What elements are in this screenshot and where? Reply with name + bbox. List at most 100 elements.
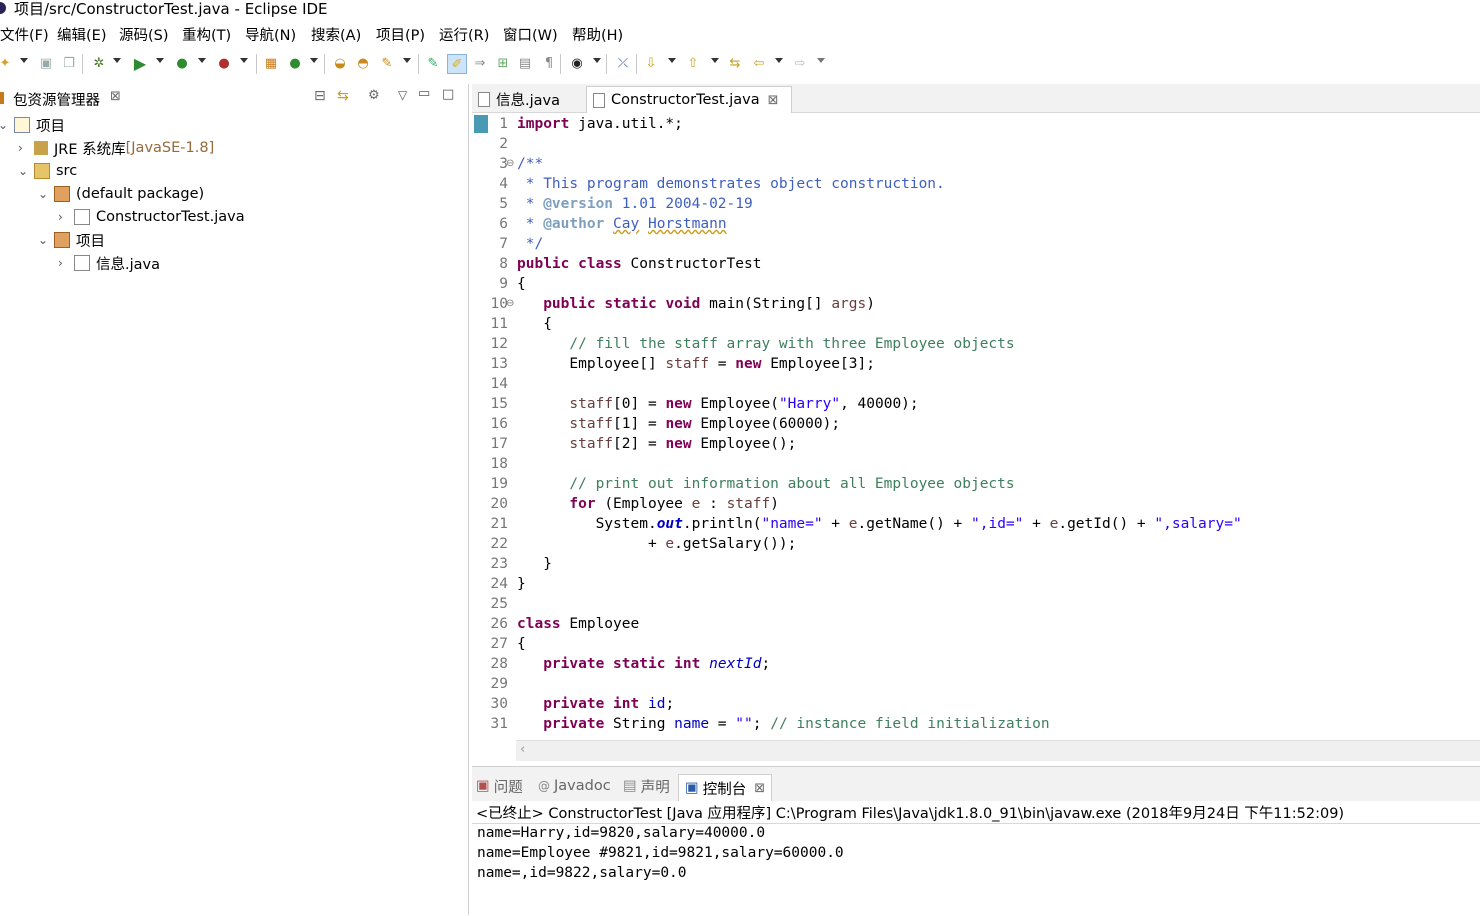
debug-dropdown-icon[interactable] <box>113 58 121 63</box>
tab-declaration[interactable]: ▤ 声明 <box>623 775 670 797</box>
menu-refactor[interactable]: 重构(T) <box>182 24 231 45</box>
back-icon[interactable]: ⇦ <box>750 54 768 72</box>
toolbar-separator <box>418 54 419 74</box>
external-tools-dropdown-icon[interactable] <box>240 58 248 63</box>
new-class-dropdown-icon[interactable] <box>310 58 318 63</box>
highlight-icon[interactable]: ✐ <box>447 54 467 74</box>
menu-navigate[interactable]: 导航(N) <box>245 24 296 45</box>
new-java-package-icon[interactable]: ▦ <box>262 54 280 72</box>
skip-breakpoints-icon[interactable]: ⤫ <box>614 54 632 72</box>
minimize-icon[interactable]: ▭ <box>418 86 430 101</box>
last-edit-location-icon[interactable]: ⇆ <box>726 54 744 72</box>
tab-javadoc[interactable]: @ Javadoc <box>538 775 611 797</box>
save-all-icon[interactable]: ❐ <box>60 54 78 72</box>
new-icon[interactable]: ✦ <box>0 54 14 72</box>
new-java-class-icon[interactable]: ● <box>286 54 304 72</box>
tab-problems[interactable]: ▣ 问题 <box>476 775 523 797</box>
line-number: 28 <box>490 656 508 672</box>
open-type-icon[interactable]: ◒ <box>331 54 349 72</box>
new-dropdown-icon[interactable] <box>20 58 28 63</box>
project-icon <box>14 117 30 133</box>
forward-icon[interactable]: ⇨ <box>791 54 809 72</box>
chevron-down-icon[interactable]: ⌄ <box>18 164 28 178</box>
filter-icon[interactable]: ⚙ <box>368 88 380 103</box>
chevron-down-icon[interactable]: ⌄ <box>38 233 48 247</box>
collapse-all-icon[interactable]: ⊟ <box>314 88 326 104</box>
menu-file[interactable]: 文件(F) <box>0 24 49 45</box>
menu-window[interactable]: 窗口(W) <box>503 24 558 45</box>
open-folder-icon[interactable]: ◓ <box>354 54 372 72</box>
save-icon[interactable]: ▣ <box>37 54 55 72</box>
chevron-down-icon[interactable]: ⌄ <box>0 118 8 132</box>
profile-icon[interactable]: ◉ <box>568 54 586 72</box>
chevron-right-icon[interactable]: › <box>58 210 68 224</box>
fold-icon[interactable]: ⊖ <box>506 298 514 309</box>
maximize-icon[interactable]: □ <box>442 87 454 102</box>
forward-dropdown-icon[interactable] <box>817 58 825 63</box>
toggle-mark-occurrences-icon[interactable]: ✎ <box>424 54 442 72</box>
close-icon[interactable]: ⊠ <box>110 89 121 104</box>
paragraph-icon[interactable]: ¶ <box>540 54 558 72</box>
tree-item-info-java[interactable]: › 信息.java <box>58 252 160 274</box>
tab-constructortest-java[interactable]: ConstructorTest.java ⊠ <box>586 86 792 113</box>
package-icon <box>54 186 70 202</box>
menu-edit[interactable]: 编辑(E) <box>57 24 106 45</box>
external-tools-icon[interactable]: ● <box>215 54 233 72</box>
previous-annotation-dropdown-icon[interactable] <box>711 58 719 63</box>
package-explorer-title[interactable]: 包资源管理器 <box>13 89 100 110</box>
block-selection-icon[interactable]: ⇒ <box>471 54 489 72</box>
chevron-right-icon[interactable]: › <box>58 256 68 270</box>
next-annotation-icon[interactable]: ⇩ <box>642 54 660 72</box>
declaration-icon: ▤ <box>623 778 637 794</box>
tree-item-src[interactable]: ⌄ src <box>18 160 77 182</box>
tree-item-project[interactable]: ⌄ 项目 <box>0 114 65 136</box>
line-number: 17 <box>490 436 508 452</box>
toolbar-separator <box>82 54 83 74</box>
chevron-right-icon[interactable]: › <box>18 141 28 155</box>
tab-console[interactable]: ▣ 控制台 ⊠ <box>678 774 773 801</box>
tree-item-project-package[interactable]: ⌄ 项目 <box>38 229 105 251</box>
scroll-left-icon[interactable]: ‹ <box>520 742 525 757</box>
line-number: 23 <box>490 556 508 572</box>
chevron-down-icon[interactable]: ⌄ <box>38 187 48 201</box>
debug-icon[interactable]: ✲ <box>90 54 108 72</box>
menu-search[interactable]: 搜索(A) <box>311 24 361 45</box>
show-whitespace-icon[interactable]: ⊞ <box>494 54 512 72</box>
next-annotation-dropdown-icon[interactable] <box>668 58 676 63</box>
menu-source[interactable]: 源码(S) <box>119 24 169 45</box>
search-icon[interactable]: ✎ <box>378 54 396 72</box>
tree-item-jre-library[interactable]: › JRE 系统库 [JavaSE-1.8] <box>18 137 214 159</box>
run-dropdown-icon[interactable] <box>156 58 164 63</box>
coverage-icon[interactable]: ● <box>173 54 191 72</box>
line-number: 1 <box>499 116 508 132</box>
back-dropdown-icon[interactable] <box>775 58 783 63</box>
tab-label: 问题 <box>493 779 523 796</box>
search-dropdown-icon[interactable] <box>403 58 411 63</box>
toolbar-separator <box>636 54 637 74</box>
link-with-editor-icon[interactable]: ⇆ <box>337 88 349 104</box>
menu-run[interactable]: 运行(R) <box>439 24 489 45</box>
line-number: 25 <box>490 596 508 612</box>
profile-dropdown-icon[interactable] <box>593 58 601 63</box>
close-tab-icon[interactable]: ⊠ <box>768 93 779 108</box>
coverage-dropdown-icon[interactable] <box>198 58 206 63</box>
tree-item-default-package[interactable]: ⌄ (default package) <box>38 183 204 205</box>
problems-icon: ▣ <box>476 778 490 794</box>
menu-help[interactable]: 帮助(H) <box>572 24 623 45</box>
menu-project[interactable]: 项目(P) <box>376 24 425 45</box>
line-number: 27 <box>490 636 508 652</box>
show-source-icon[interactable]: ▤ <box>516 54 534 72</box>
run-icon[interactable]: ▶ <box>131 54 149 73</box>
previous-annotation-icon[interactable]: ⇧ <box>684 54 702 72</box>
view-menu-icon[interactable]: ▽ <box>398 88 407 102</box>
close-tab-icon[interactable]: ⊠ <box>754 781 765 796</box>
code-line: System.out.println("name=" + e.getName()… <box>517 516 1242 532</box>
code-line: { <box>517 636 526 652</box>
tab-info-java[interactable]: 信息.java <box>478 86 582 112</box>
code-area[interactable]: 1 2 3 4 5 6 7 8 9 10 11 12 13 14 15 16 1… <box>472 112 1480 740</box>
horizontal-scrollbar[interactable]: ‹ <box>516 740 1480 761</box>
tree-item-constructortest-java[interactable]: › ConstructorTest.java <box>58 206 245 228</box>
code-line: private int id; <box>543 696 675 712</box>
fold-icon[interactable]: ⊖ <box>506 158 514 169</box>
line-number: 19 <box>490 476 508 492</box>
